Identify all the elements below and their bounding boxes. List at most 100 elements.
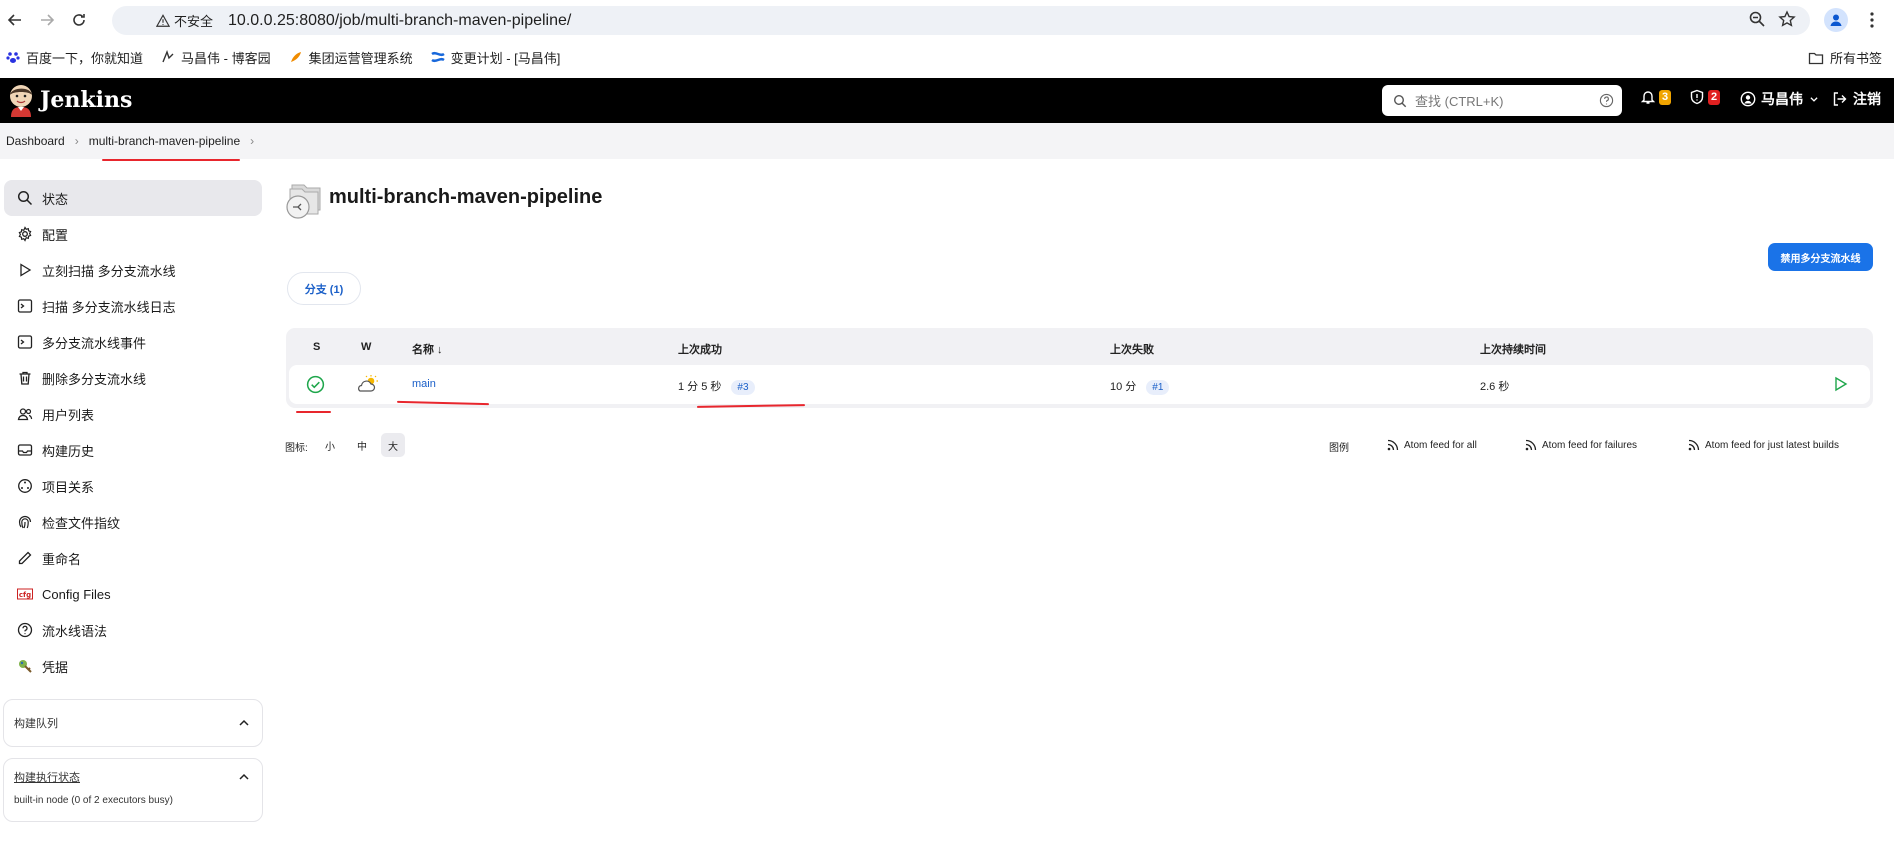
terminal-icon <box>17 298 33 314</box>
credentials-icon <box>17 658 33 674</box>
security-warnings-button[interactable]: 2 <box>1689 89 1721 105</box>
sidebar-item-label: 扫描 多分支流水线日志 <box>42 299 176 315</box>
back-arrow-icon <box>7 14 21 26</box>
forward-button[interactable] <box>32 5 62 35</box>
bookmark-cnblogs[interactable]: 马昌伟 - 博客园 <box>161 48 271 67</box>
zoom-icon[interactable] <box>1748 10 1766 28</box>
cfg-icon: cfg <box>17 586 33 602</box>
branch-link-main[interactable]: main <box>412 378 436 390</box>
sidebar-item-rename[interactable]: 重命名 <box>4 540 262 576</box>
bookmark-ops-system[interactable]: 集团运营管理系统 <box>289 48 413 67</box>
fingerprint-icon <box>17 514 33 530</box>
svg-text:cfg: cfg <box>19 591 31 599</box>
sidebar-item-events[interactable]: 多分支流水线事件 <box>4 324 262 360</box>
disable-pipeline-button[interactable]: 禁用多分支流水线 <box>1768 243 1873 271</box>
column-header-status[interactable]: S <box>313 341 320 353</box>
executor-status-header[interactable]: 构建执行状态 <box>4 759 262 795</box>
sidebar-item-configure[interactable]: 配置 <box>4 216 262 252</box>
build-queue-title: 构建队列 <box>14 718 58 730</box>
search-input[interactable]: 查找 (CTRL+K) <box>1382 85 1622 116</box>
play-icon <box>17 262 33 278</box>
people-icon <box>17 406 33 422</box>
success-build-link[interactable]: #3 <box>731 380 755 395</box>
atom-feed-latest-link[interactable]: Atom feed for just latest builds <box>1688 439 1839 451</box>
browser-menu-button[interactable] <box>1862 10 1882 30</box>
icon-size-large[interactable]: 大 <box>381 433 405 457</box>
address-bar[interactable]: 不安全 10.0.0.25:8080/job/multi-branch-mave… <box>112 6 1810 35</box>
rss-icon <box>1387 439 1399 451</box>
sidebar-item-credentials[interactable]: 凭据 <box>4 648 262 684</box>
sidebar-item-label: 用户列表 <box>42 407 95 423</box>
last-success-cell: 1 分 5 秒 #3 <box>678 375 755 395</box>
chevron-down-icon <box>1810 97 1818 102</box>
column-header-last-duration[interactable]: 上次持续时间 <box>1480 341 1546 357</box>
help-icon <box>17 622 33 638</box>
bookmark-change-plan[interactable]: 变更计划 - [马昌伟] <box>430 48 560 67</box>
executor-node-text[interactable]: built-in node (0 of 2 executors busy) <box>4 795 262 816</box>
weather-partly-cloudy-icon <box>358 375 378 392</box>
legend-link[interactable]: 图例 <box>1329 439 1349 454</box>
column-header-last-failure[interactable]: 上次失败 <box>1110 341 1154 357</box>
jenkins-logo-link[interactable]: Jenkins <box>6 83 132 117</box>
sidebar-item-delete[interactable]: 删除多分支流水线 <box>4 360 262 396</box>
confluence-icon <box>430 50 445 64</box>
jenkins-logo-text: Jenkins <box>40 87 133 113</box>
back-button[interactable] <box>0 5 30 35</box>
all-bookmarks-button[interactable]: 所有书签 <box>1808 48 1882 67</box>
bookmark-baidu[interactable]: 百度一下，你就知道 <box>6 48 143 67</box>
search-icon <box>1393 94 1407 107</box>
tab-branches[interactable]: 分支 (1) <box>287 272 361 305</box>
kebab-menu-icon <box>1870 12 1874 28</box>
breadcrumb-job[interactable]: multi-branch-maven-pipeline <box>89 134 240 148</box>
executor-status-title[interactable]: 构建执行状态 <box>14 769 80 785</box>
column-header-name[interactable]: 名称 ↓ <box>412 341 443 357</box>
notifications-button[interactable]: 3 <box>1640 89 1672 105</box>
last-success-time: 1 分 5 秒 <box>678 381 722 393</box>
sidebar-item-people[interactable]: 用户列表 <box>4 396 262 432</box>
column-header-weather[interactable]: W <box>361 341 371 353</box>
atom-feed-failures-link[interactable]: Atom feed for failures <box>1525 439 1637 451</box>
icon-size-small[interactable]: 小 <box>318 433 342 457</box>
executor-status-panel: 构建执行状态 built-in node (0 of 2 executors b… <box>3 758 263 822</box>
sidebar-item-label: 立刻扫描 多分支流水线 <box>42 263 176 279</box>
breadcrumb-dashboard[interactable]: Dashboard <box>6 134 65 148</box>
run-build-play-icon[interactable] <box>1832 376 1848 392</box>
search-icon <box>17 190 33 206</box>
multibranch-folder-icon <box>286 184 321 219</box>
security-chip[interactable]: 不安全 <box>156 11 213 30</box>
build-queue-header[interactable]: 构建队列 <box>4 700 262 746</box>
user-menu-button[interactable]: 马昌伟 <box>1740 89 1819 109</box>
failure-build-link[interactable]: #1 <box>1146 380 1170 395</box>
sidebar-item-label: 检查文件指纹 <box>42 515 121 531</box>
atom-feed-all-label: Atom feed for all <box>1404 439 1477 451</box>
help-icon[interactable] <box>1599 93 1614 108</box>
build-queue-panel: 构建队列 <box>3 699 263 747</box>
sidebar-item-pipeline-syntax[interactable]: 流水线语法 <box>4 612 262 648</box>
bookmark-star-icon[interactable] <box>1778 10 1796 28</box>
breadcrumb-separator[interactable]: › <box>250 134 254 148</box>
logout-label: 注销 <box>1853 91 1881 107</box>
sidebar-item-scan-log[interactable]: 扫描 多分支流水线日志 <box>4 288 262 324</box>
annotation-underline <box>102 159 240 161</box>
sidebar-item-fingerprint[interactable]: 检查文件指纹 <box>4 504 262 540</box>
sidebar-item-status[interactable]: 状态 <box>4 180 262 216</box>
sidebar-item-label: 构建历史 <box>42 443 95 459</box>
sidebar-item-relations[interactable]: 项目关系 <box>4 468 262 504</box>
sidebar-item-label: 流水线语法 <box>42 623 108 639</box>
chevron-up-icon[interactable] <box>238 771 250 783</box>
logout-button[interactable]: 注销 <box>1832 89 1881 109</box>
reload-button[interactable] <box>64 5 94 35</box>
sidebar-item-build-history[interactable]: 构建历史 <box>4 432 262 468</box>
sidebar-item-config-files[interactable]: cfg Config Files <box>4 576 262 612</box>
ops-system-icon <box>289 50 303 64</box>
column-header-last-success[interactable]: 上次成功 <box>678 341 722 357</box>
sidebar-item-scan-now[interactable]: 立刻扫描 多分支流水线 <box>4 252 262 288</box>
table-footer: 图标: 小 中 大 图例 Atom feed for all Atom feed… <box>285 431 1875 459</box>
atom-feed-all-link[interactable]: Atom feed for all <box>1387 439 1477 451</box>
icon-size-medium[interactable]: 中 <box>350 433 374 457</box>
sidebar-item-label: 凭据 <box>42 659 69 675</box>
rss-icon <box>1688 439 1700 451</box>
chevron-up-icon[interactable] <box>238 717 250 729</box>
bookmark-label: 集团运营管理系统 <box>308 50 413 66</box>
profile-button[interactable] <box>1824 8 1848 32</box>
